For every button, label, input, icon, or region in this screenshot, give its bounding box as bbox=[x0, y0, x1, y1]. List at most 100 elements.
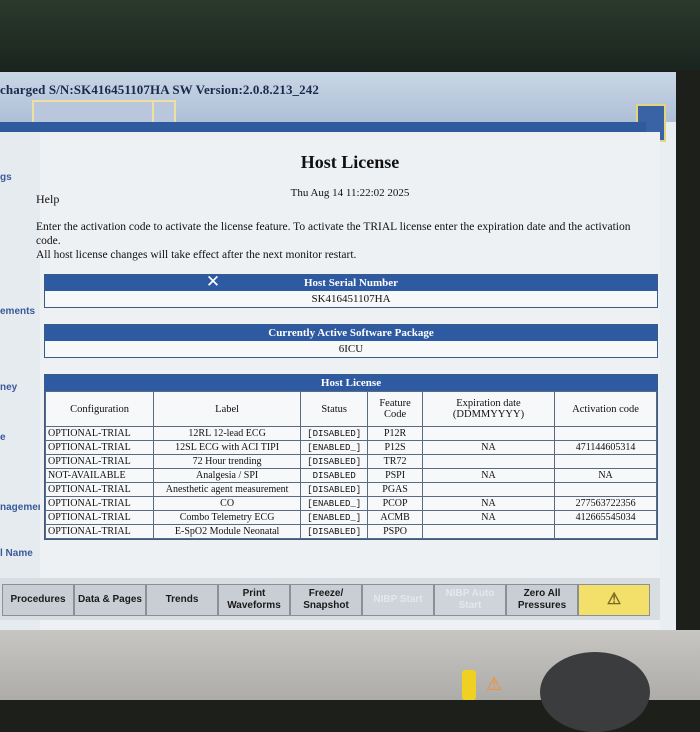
table-row[interactable]: OPTIONAL-TRIAL 12RL 12-lead ECG [DISABLE… bbox=[44, 426, 657, 441]
procedures-button[interactable]: Procedures bbox=[2, 584, 74, 616]
config-cell: OPTIONAL-TRIAL bbox=[44, 510, 155, 525]
label-cell: CO bbox=[153, 496, 302, 511]
left-nav-item[interactable]: e bbox=[0, 432, 6, 443]
label-cell: Anesthetic agent measurement bbox=[153, 482, 302, 497]
freeze-snapshot-button[interactable]: Freeze/ Snapshot bbox=[290, 584, 362, 616]
software-package-header: Currently Active Software Package bbox=[45, 325, 657, 341]
feature-code-cell: PCOP bbox=[367, 496, 423, 511]
host-license-panel: Host License Thu Aug 14 11:22:02 2025 He… bbox=[36, 132, 660, 632]
alarm-led-icon: ⚠ bbox=[486, 674, 503, 695]
label-cell: E-SpO2 Module Neonatal bbox=[153, 524, 302, 539]
expiration-cell[interactable]: NA bbox=[421, 496, 556, 511]
config-cell: OPTIONAL-TRIAL bbox=[44, 426, 155, 441]
top-tab-2[interactable] bbox=[152, 100, 176, 124]
config-cell: OPTIONAL-TRIAL bbox=[44, 440, 155, 455]
license-table: Configuration Label Status Feature Code … bbox=[44, 391, 657, 539]
status-cell[interactable]: [ENABLED_] bbox=[300, 510, 369, 525]
help-link[interactable]: Help bbox=[36, 192, 59, 207]
expiration-cell[interactable] bbox=[421, 482, 556, 497]
instructions: Enter the activation code to activate th… bbox=[36, 220, 656, 262]
page-datetime: Thu Aug 14 11:22:02 2025 bbox=[290, 187, 410, 199]
instruction-line: Enter the activation code to activate th… bbox=[36, 221, 631, 247]
alarm-silence-button[interactable]: ⚠ bbox=[578, 584, 650, 616]
feature-code-cell: P12S bbox=[367, 440, 423, 455]
column-header: Feature Code bbox=[367, 391, 423, 427]
label-cell: 12SL ECG with ACI TIPI bbox=[153, 440, 302, 455]
activation-code-cell[interactable] bbox=[554, 426, 657, 441]
status-cell[interactable]: DISABLED bbox=[300, 468, 369, 483]
top-tab-1[interactable] bbox=[32, 100, 154, 124]
page-title: Host License bbox=[300, 152, 400, 172]
trends-button[interactable]: Trends bbox=[146, 584, 218, 616]
feature-code-cell: TR72 bbox=[367, 454, 423, 469]
host-serial-value: SK416451107HA bbox=[45, 291, 657, 307]
license-table-box: Host License Configuration Label Status … bbox=[44, 374, 658, 540]
status-cell[interactable]: [ENABLED_] bbox=[300, 440, 369, 455]
column-header: Expiration date (DDMMYYYY) bbox=[421, 391, 556, 427]
label-cell: 72 Hour trending bbox=[153, 454, 302, 469]
config-cell: NOT-AVAILABLE bbox=[44, 468, 155, 483]
table-row[interactable]: OPTIONAL-TRIAL CO [ENABLED_] PCOP NA 277… bbox=[44, 496, 657, 511]
nibp-auto-start-button[interactable]: NIBP Auto Start bbox=[434, 584, 506, 616]
expiration-cell[interactable] bbox=[421, 454, 556, 469]
activation-code-cell[interactable] bbox=[554, 454, 657, 469]
table-row[interactable]: NOT-AVAILABLE Analgesia / SPI DISABLED P… bbox=[44, 468, 657, 483]
table-row[interactable]: OPTIONAL-TRIAL Combo Telemetry ECG [ENAB… bbox=[44, 510, 657, 525]
expiration-cell[interactable]: NA bbox=[421, 468, 556, 483]
table-row[interactable]: OPTIONAL-TRIAL Anesthetic agent measurem… bbox=[44, 482, 657, 497]
label-cell: Analgesia / SPI bbox=[153, 468, 302, 483]
feature-code-cell: PSPO bbox=[367, 524, 423, 539]
host-serial-box: ✕ Host Serial Number SK416451107HA bbox=[44, 274, 658, 308]
device-status-text: charged S/N:SK416451107HA SW Version:2.0… bbox=[0, 82, 319, 97]
activation-code-cell[interactable] bbox=[554, 482, 657, 497]
trim-knob[interactable] bbox=[540, 652, 650, 732]
host-serial-header: ✕ Host Serial Number bbox=[45, 274, 657, 291]
label-cell: Combo Telemetry ECG bbox=[153, 510, 302, 525]
left-nav-item[interactable]: ney bbox=[0, 382, 17, 393]
software-package-box: Currently Active Software Package 6ICU bbox=[44, 324, 658, 358]
table-row[interactable]: OPTIONAL-TRIAL 12SL ECG with ACI TIPI [E… bbox=[44, 440, 657, 455]
column-header: Label bbox=[153, 391, 302, 427]
column-header: Configuration bbox=[44, 391, 155, 427]
expiration-cell[interactable] bbox=[421, 524, 556, 539]
expiration-cell[interactable] bbox=[421, 426, 556, 441]
activation-code-cell[interactable]: 412665545034 bbox=[554, 510, 657, 525]
left-nav-item[interactable]: l Name bbox=[0, 548, 33, 559]
column-header: Activation code bbox=[554, 391, 657, 427]
activation-code-cell[interactable]: NA bbox=[554, 468, 657, 483]
data-pages-button[interactable]: Data & Pages bbox=[74, 584, 146, 616]
top-status-bar: charged S/N:SK416451107HA SW Version:2.0… bbox=[0, 72, 676, 124]
config-cell: OPTIONAL-TRIAL bbox=[44, 524, 155, 539]
status-cell[interactable]: [DISABLED] bbox=[300, 524, 369, 539]
instruction-line: All host license changes will take effec… bbox=[36, 249, 357, 261]
license-table-head-row: Configuration Label Status Feature Code … bbox=[44, 391, 657, 427]
expiration-cell[interactable]: NA bbox=[421, 440, 556, 455]
config-cell: OPTIONAL-TRIAL bbox=[44, 496, 155, 511]
label-cell: 12RL 12-lead ECG bbox=[153, 426, 302, 441]
feature-code-cell: PGAS bbox=[367, 482, 423, 497]
activation-code-cell[interactable]: 277563722356 bbox=[554, 496, 657, 511]
feature-code-cell: ACMB bbox=[367, 510, 423, 525]
status-cell[interactable]: [ENABLED_] bbox=[300, 496, 369, 511]
feature-code-cell: P12R bbox=[367, 426, 423, 441]
monitor-bezel-top bbox=[0, 0, 700, 70]
monitor-screen: charged S/N:SK416451107HA SW Version:2.0… bbox=[0, 72, 676, 632]
status-cell[interactable]: [DISABLED] bbox=[300, 426, 369, 441]
table-row[interactable]: OPTIONAL-TRIAL 72 Hour trending [DISABLE… bbox=[44, 454, 657, 469]
status-cell[interactable]: [DISABLED] bbox=[300, 454, 369, 469]
activation-code-cell[interactable] bbox=[554, 524, 657, 539]
host-serial-header-label: Host Serial Number bbox=[303, 277, 399, 289]
zero-all-pressures-button[interactable]: Zero All Pressures bbox=[506, 584, 578, 616]
status-cell[interactable]: [DISABLED] bbox=[300, 482, 369, 497]
close-icon[interactable]: ✕ bbox=[205, 274, 221, 291]
table-row[interactable]: OPTIONAL-TRIAL E-SpO2 Module Neonatal [D… bbox=[44, 524, 657, 539]
activation-code-cell[interactable]: 471144605314 bbox=[554, 440, 657, 455]
expiration-cell[interactable]: NA bbox=[421, 510, 556, 525]
config-cell: OPTIONAL-TRIAL bbox=[44, 454, 155, 469]
left-nav-item[interactable]: ements bbox=[0, 306, 35, 317]
left-nav-item[interactable]: gs bbox=[0, 172, 12, 183]
print-waveforms-button[interactable]: Print Waveforms bbox=[218, 584, 290, 616]
feature-code-cell: PSPI bbox=[367, 468, 423, 483]
bottom-button-bar: Procedures Data & Pages Trends Print Wav… bbox=[0, 578, 660, 620]
nibp-start-button[interactable]: NIBP Start bbox=[362, 584, 434, 616]
